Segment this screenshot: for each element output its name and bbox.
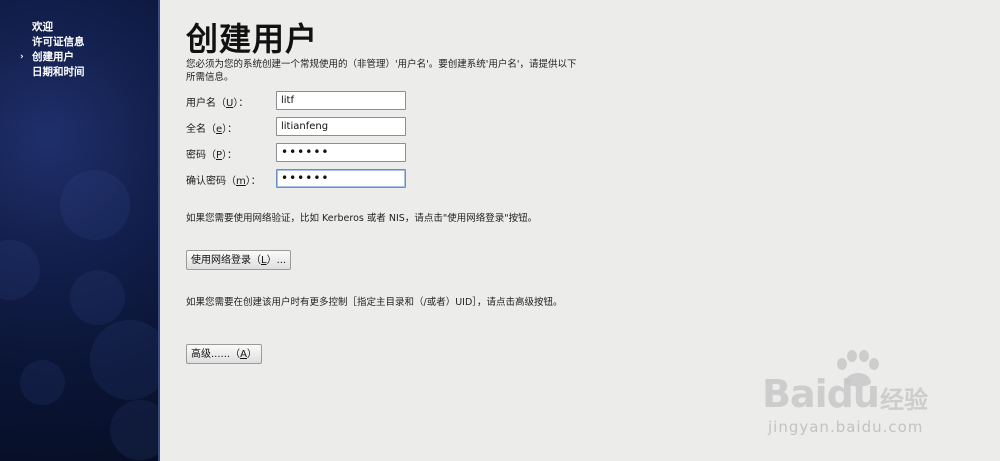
step-item-date-time: 日期和时间 [18, 65, 85, 80]
fullname-label: 全名（e）： [186, 124, 238, 135]
confirm-password-label: 确认密码（m）： [186, 176, 261, 187]
username-label: 用户名（U）： [186, 98, 249, 109]
watermark-url: jingyan.baidu.com [768, 418, 924, 436]
decor-bubble [0, 240, 40, 300]
decor-bubble [20, 360, 65, 405]
baidu-jingyan-watermark: Baidu 经验 jingyan.baidu.com [762, 350, 982, 445]
username-row: 用户名（U）： litf [186, 91, 606, 111]
username-input[interactable]: litf [276, 91, 406, 110]
step-label: 创建用户 [32, 51, 74, 63]
watermark-cn: 经验 [880, 386, 928, 414]
step-label: 日期和时间 [32, 66, 85, 78]
fullname-row: 全名（e）： litianfeng [186, 117, 606, 137]
fullname-input[interactable]: litianfeng [276, 117, 406, 136]
step-label: 许可证信息 [32, 36, 85, 48]
current-step-arrow-icon: › [20, 52, 24, 62]
network-login-button[interactable]: 使用网络登录（L）... [186, 250, 292, 270]
advanced-note: 如果您需要在创建该用户时有更多控制［指定主目录和（/或者）UID］，请点击高级按… [186, 297, 563, 308]
step-item-create-user: › 创建用户 [18, 50, 85, 65]
step-item-license: 许可证信息 [18, 35, 85, 50]
sidebar-divider [158, 0, 160, 461]
password-row: 密码（P）： •••••• [186, 143, 606, 163]
decor-bubble [60, 170, 130, 240]
decor-bubble [70, 270, 125, 325]
password-input[interactable]: •••••• [276, 143, 406, 162]
step-item-welcome: 欢迎 [18, 20, 85, 35]
page-title: 创建用户 [186, 20, 319, 58]
confirm-password-row: 确认密码（m）： •••••• [186, 169, 606, 189]
step-label: 欢迎 [32, 21, 53, 33]
watermark-brand: Baidu [762, 372, 880, 416]
step-list: 欢迎 许可证信息 › 创建用户 日期和时间 [18, 20, 85, 80]
advanced-button[interactable]: 高级......（A） [186, 344, 262, 364]
password-label: 密码（P）： [186, 150, 238, 161]
sidebar: 欢迎 许可证信息 › 创建用户 日期和时间 [0, 0, 160, 461]
decor-bubble [90, 320, 160, 400]
decor-bubble [110, 400, 160, 460]
network-login-note: 如果您需要使用网络验证，比如 Kerberos 或者 NIS，请点击"使用网络登… [186, 213, 538, 224]
confirm-password-input[interactable]: •••••• [276, 169, 406, 188]
intro-text: 您必须为您的系统创建一个常规使用的（非管理）'用户名'。要创建系统'用户名'，请… [186, 59, 577, 83]
